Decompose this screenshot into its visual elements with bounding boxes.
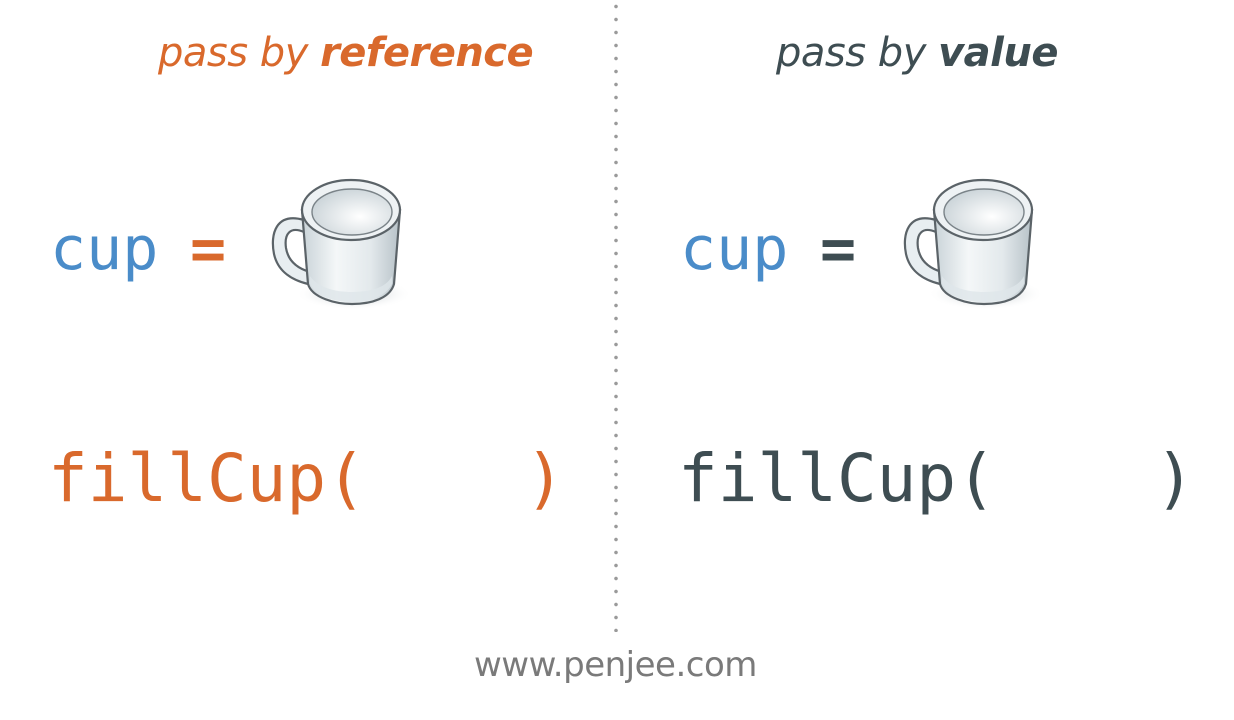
heading-prefix: pass by [158, 30, 321, 76]
function-call-open: fillCup( [48, 440, 366, 517]
function-call-open: fillCup( [678, 440, 996, 517]
value-heading: pass by value [776, 30, 1058, 76]
mug-icon [271, 178, 414, 312]
dotted-divider [614, 0, 618, 632]
footer-url: www.penjee.com [474, 645, 757, 685]
reference-heading: pass by reference [158, 30, 534, 76]
assignment-operator: = [190, 214, 227, 284]
variable-name: cup [680, 214, 789, 284]
mug-icon [903, 178, 1046, 312]
heading-emphasis: reference [320, 30, 534, 76]
heading-emphasis: value [938, 30, 1058, 76]
function-call-close: ) [525, 440, 565, 517]
function-call-close: ) [1155, 440, 1195, 517]
heading-prefix: pass by [776, 30, 939, 76]
assignment-operator: = [820, 214, 857, 284]
variable-name: cup [50, 214, 159, 284]
